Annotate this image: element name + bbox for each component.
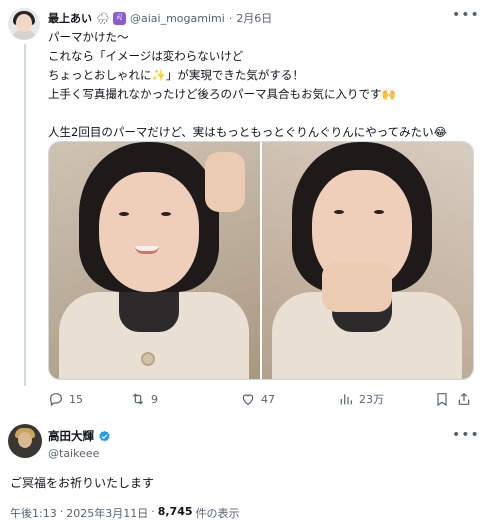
post-more-icon[interactable]: ••• [452, 8, 480, 22]
retweet-button[interactable]: 9 [130, 391, 158, 407]
views-count: 23万 [359, 393, 384, 406]
name-emoji-leo-icon: ♌ [113, 11, 126, 25]
name-emoji-cloud-icon: 🌧 [96, 11, 110, 25]
post-photo-1[interactable] [49, 142, 260, 379]
reply-date[interactable]: 2025年3月11日 [66, 505, 148, 521]
avatar-face-shape [18, 432, 32, 448]
photo-chin-hand-shape [322, 262, 392, 312]
avatar-face-shape [16, 14, 32, 32]
bookmark-button[interactable] [434, 391, 450, 407]
thread-line [24, 44, 26, 386]
verified-badge-icon [99, 430, 110, 441]
meta-separator: · [59, 505, 64, 518]
share-button[interactable] [456, 391, 472, 407]
post-line: パーマかけた〜 [48, 30, 129, 44]
post-line: これなら「イメージは変わらないけど [48, 49, 244, 63]
reply-views-number: 8,745 [157, 505, 193, 518]
reply-time[interactable]: 午後1:13 [10, 505, 57, 521]
post-header: 最上あい 🌧 ♌ @aiai_mogamimi · 2月6日 [48, 10, 272, 26]
reply-name-row: 高田大輝 [48, 428, 111, 444]
analytics-icon [340, 394, 352, 405]
reply-more-icon[interactable]: ••• [452, 428, 480, 442]
reply-handle[interactable]: @taikeee [48, 447, 111, 460]
like-button[interactable]: 47 [240, 391, 275, 407]
post-body: パーマかけた〜 これなら「イメージは変わらないけど ちょっとおしゃれに✨」が実現… [48, 28, 468, 142]
reply-header: 高田大輝 @taikeee [48, 428, 111, 460]
author-avatar[interactable] [8, 8, 40, 40]
photo-face-shape [99, 172, 199, 292]
reply-button[interactable]: 15 [48, 391, 83, 407]
reply-meta: 午後1:13 · 2025年3月11日 · 8,745 件の表示 [10, 505, 240, 521]
post-photo-2[interactable] [262, 142, 473, 379]
reply-count: 15 [69, 392, 83, 406]
post-line-gap [48, 104, 468, 123]
post-line: 人生2回目のパーマだけど、実はもっともっとぐりんぐりんにやってみたい😂 [48, 125, 448, 139]
header-separator: · [228, 11, 233, 25]
post-media-grid [48, 141, 474, 380]
photo-eye-shape [374, 210, 384, 214]
bookmark-icon [437, 393, 447, 407]
views-button[interactable]: 23万 [338, 391, 384, 407]
reply-body: ご冥福をお祈りいたします [10, 476, 155, 490]
meta-separator: · [151, 505, 155, 518]
like-count: 47 [261, 392, 275, 406]
heart-icon [242, 394, 254, 406]
reply-author-avatar[interactable] [8, 424, 42, 458]
photo-peace-hand-shape [205, 152, 245, 212]
post-date[interactable]: 2月6日 [236, 10, 272, 26]
post-action-bar: 15 9 47 23万 [48, 388, 474, 410]
photo-eye-shape [334, 210, 344, 214]
share-icon [458, 392, 470, 405]
photo-coat-button-shape [141, 352, 155, 366]
post-line: 上手く写真撮れなかったけど後ろのパーマ具合もお気に入りです🙌 [48, 87, 396, 101]
author-display-name[interactable]: 最上あい [48, 10, 92, 26]
retweet-count: 9 [151, 392, 158, 406]
author-handle[interactable]: @aiai_mogamimi [130, 12, 225, 25]
photo-inner-shape [119, 292, 179, 332]
photo-eye-shape [119, 212, 129, 216]
post-line: ちょっとおしゃれに✨」が実現できた気がする！ [48, 68, 304, 82]
reply-icon [50, 393, 62, 407]
reply-views-label: 件の表示 [195, 507, 240, 520]
photo-eye-shape [161, 212, 171, 216]
retweet-icon [132, 393, 144, 405]
reply-display-name[interactable]: 高田大輝 [48, 428, 94, 444]
